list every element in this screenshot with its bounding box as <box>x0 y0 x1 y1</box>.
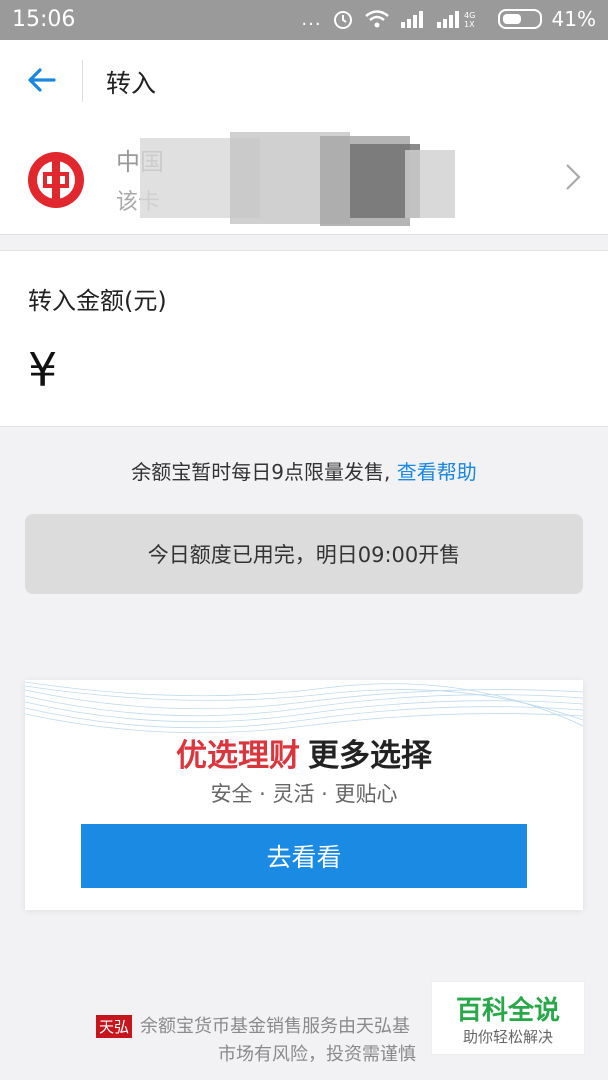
amount-input[interactable] <box>78 349 562 401</box>
chevron-right-icon <box>566 164 581 190</box>
alarm-icon <box>333 11 352 29</box>
sold-out-label: 今日额度已用完，明日09:00开售 <box>147 543 461 567</box>
status-icons: ... 4G 1X 41% <box>301 7 596 31</box>
limit-notice: 余额宝暂时每日9点限量发售, 查看帮助 <box>0 456 608 485</box>
signal-icon <box>400 11 423 28</box>
promo-title: 优选理财 更多选择 <box>25 730 583 775</box>
go-see-button[interactable]: 去看看 <box>81 824 527 888</box>
watermark-badge: 百科全说 助你轻松解决 <box>431 981 585 1055</box>
promo-card: 优选理财 更多选择 安全 · 灵活 · 更贴心 去看看 <box>25 680 583 910</box>
signal-4g-icon: 4G 1X <box>436 11 475 29</box>
icbc-logo-icon <box>28 152 84 208</box>
status-bar: 15:06 ... 4G 1X 41% <box>0 0 608 40</box>
wifi-icon <box>364 10 389 28</box>
nav-bar: 转入 <box>0 40 608 123</box>
status-time: 15:06 <box>12 7 76 32</box>
amount-label: 转入金额(元) <box>28 287 167 315</box>
notice-text: 余额宝暂时每日9点限量发售, <box>131 460 391 484</box>
back-arrow-icon[interactable] <box>24 62 60 98</box>
bank-card-selector[interactable]: 中国 该卡 <box>0 122 608 235</box>
footer-line-1: 天弘 余额宝货币基金销售服务由天弘基 <box>96 1012 410 1038</box>
watermark-title: 百科全说 <box>455 996 560 1026</box>
promo-title-rest: 更多选择 <box>308 738 432 774</box>
svg-text:1X: 1X <box>464 20 475 29</box>
footer-text-1: 余额宝货币基金销售服务由天弘基 <box>140 1016 411 1037</box>
currency-symbol: ¥ <box>28 343 58 397</box>
page-title: 转入 <box>106 69 157 98</box>
sold-out-button[interactable]: 今日额度已用完，明日09:00开售 <box>25 514 583 594</box>
amount-section: 转入金额(元) ¥ <box>0 250 608 427</box>
watermark-subtitle: 助你轻松解决 <box>462 1028 553 1046</box>
nav-divider <box>82 60 83 102</box>
battery-icon <box>497 9 542 29</box>
help-link[interactable]: 查看帮助 <box>397 460 477 484</box>
svg-text:4G: 4G <box>464 11 475 20</box>
battery-percent: 41% <box>551 7 596 31</box>
promo-subtitle: 安全 · 灵活 · 更贴心 <box>210 782 398 806</box>
more-dots-icon: ... <box>301 8 322 30</box>
footer-line-2: 市场有风险，投资需谨慎 <box>218 1044 416 1065</box>
promo-title-highlight: 优选理财 <box>176 738 300 774</box>
redaction-scribble <box>140 132 455 226</box>
tianhong-badge: 天弘 <box>96 1015 133 1038</box>
